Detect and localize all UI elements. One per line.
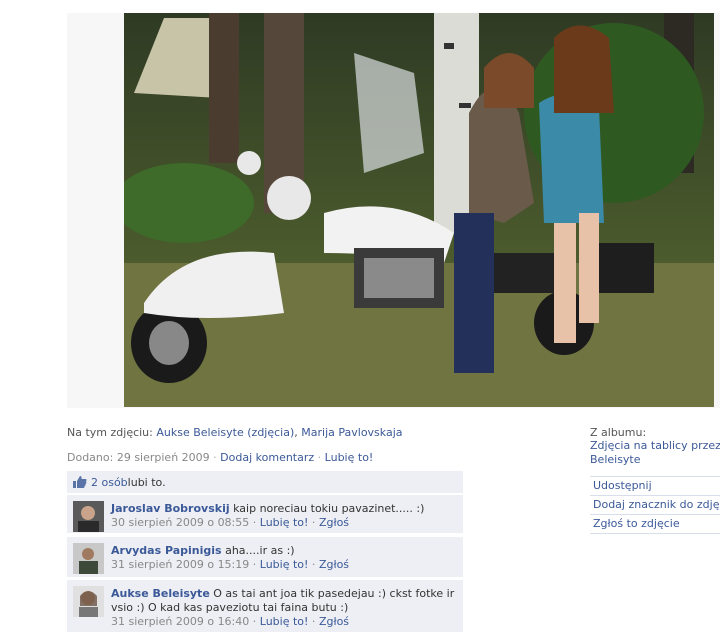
report-photo-link[interactable]: Zgłoś to zdjęcie xyxy=(590,514,720,534)
separator: · xyxy=(308,558,319,571)
album-link-line[interactable]: Zdjęcia na tablicy przez Auk xyxy=(590,439,720,453)
album-link-line[interactable]: Beleisyte xyxy=(590,453,720,467)
tagged-person-link[interactable]: Aukse Beleisyte xyxy=(156,426,243,439)
comment-report-link[interactable]: Zgłoś xyxy=(319,516,349,529)
motorcycle-photo xyxy=(124,13,714,407)
comment-date: 30 sierpień 2009 o 08:55 xyxy=(111,516,250,529)
tagged-person-photos-link[interactable]: (zdjęcia) xyxy=(247,426,294,439)
comment-like-link[interactable]: Lubię to! xyxy=(260,516,309,529)
main-photo[interactable] xyxy=(124,13,714,407)
comment-author-link[interactable]: Jaroslav Bobrovskij xyxy=(111,502,230,515)
photo-actions: Udostępnij Dodaj znacznik do zdjęcia Zgł… xyxy=(590,476,720,534)
separator: · xyxy=(249,558,260,571)
tag-prefix: Na tym zdjęciu: xyxy=(67,426,157,439)
tagged-people: Na tym zdjęciu: Aukse Beleisyte (zdjęcia… xyxy=(67,426,403,439)
comment-text: kaip noreciau tokiu pavazinet..... :) xyxy=(229,502,425,515)
separator: · xyxy=(308,615,319,628)
share-link[interactable]: Udostępnij xyxy=(590,476,720,495)
comment-date: 31 sierpień 2009 o 16:40 xyxy=(111,615,250,628)
comment-author-link[interactable]: Aukse Beleisyte xyxy=(111,587,210,600)
photo-meta: Dodano: 29 sierpień 2009 · Dodaj komenta… xyxy=(67,451,373,464)
comment-like-link[interactable]: Lubię to! xyxy=(260,615,309,628)
album-link[interactable]: Zdjęcia na tablicy przez Auk Beleisyte xyxy=(590,439,720,467)
comment: Arvydas Papinigis aha....ir as :) 31 sie… xyxy=(67,537,463,577)
likes-bar: 2 osób lubi to. xyxy=(67,471,463,494)
comment-body: Arvydas Papinigis aha....ir as :) 31 sie… xyxy=(111,544,457,572)
added-date: Dodano: 29 sierpień 2009 xyxy=(67,451,210,464)
add-comment-link[interactable]: Dodaj komentarz xyxy=(220,451,314,464)
comment-date: 31 sierpień 2009 o 15:19 xyxy=(111,558,250,571)
comment-body: Aukse Beleisyte O as tai ant joa tik pas… xyxy=(111,587,457,629)
comment-like-link[interactable]: Lubię to! xyxy=(260,558,309,571)
comment-report-link[interactable]: Zgłoś xyxy=(319,558,349,571)
likes-count-link[interactable]: 2 osób xyxy=(91,476,128,489)
comment-text: aha....ir as :) xyxy=(221,544,295,557)
comment-body: Jaroslav Bobrovskij kaip noreciau tokiu … xyxy=(111,502,457,530)
like-link[interactable]: Lubię to! xyxy=(325,451,374,464)
album-label: Z albumu: xyxy=(590,426,647,439)
tag-photo-link[interactable]: Dodaj znacznik do zdjęcia xyxy=(590,495,720,514)
separator: · xyxy=(308,516,319,529)
comment: Aukse Beleisyte O as tai ant joa tik pas… xyxy=(67,580,463,632)
thumbs-up-icon xyxy=(73,476,87,488)
comment-author-link[interactable]: Arvydas Papinigis xyxy=(111,544,222,557)
likes-suffix: lubi to. xyxy=(127,475,166,489)
album-info: Z albumu: Zdjęcia na tablicy przez Auk B… xyxy=(590,426,720,467)
separator: · xyxy=(249,615,260,628)
avatar[interactable] xyxy=(73,501,104,532)
separator: · xyxy=(209,451,221,464)
comment-report-link[interactable]: Zgłoś xyxy=(319,615,349,628)
avatar[interactable] xyxy=(73,586,104,617)
tagged-person-link[interactable]: Marija Pavlovskaja xyxy=(301,426,402,439)
separator: · xyxy=(314,451,325,464)
separator: · xyxy=(249,516,260,529)
avatar[interactable] xyxy=(73,543,104,574)
comment: Jaroslav Bobrovskij kaip noreciau tokiu … xyxy=(67,495,463,533)
